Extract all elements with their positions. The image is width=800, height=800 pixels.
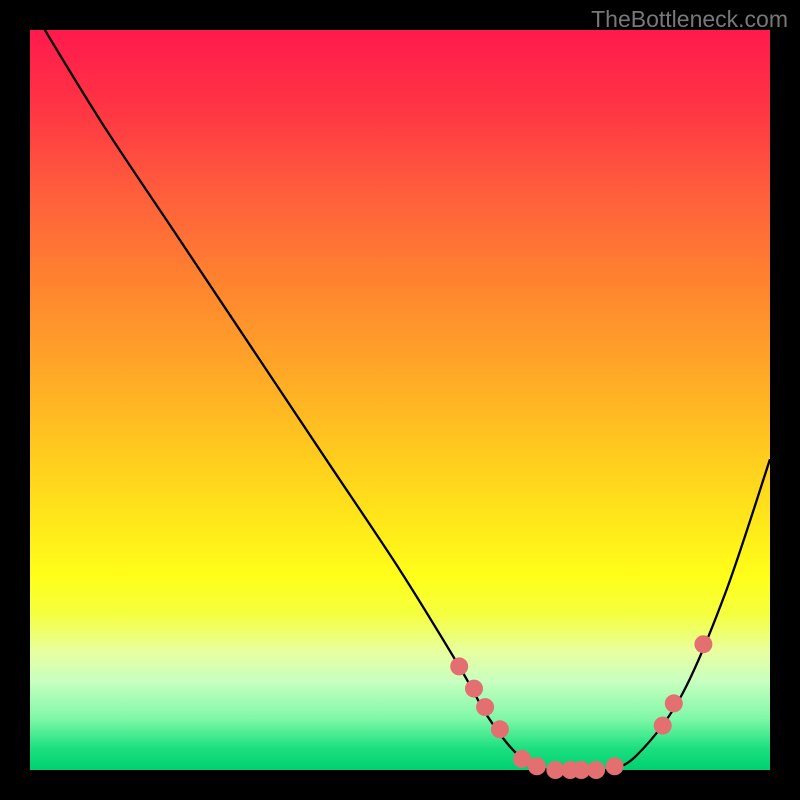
data-marker [476,698,494,716]
data-marker [606,757,624,775]
data-marker [587,761,605,779]
chart-svg [30,30,770,770]
data-marker [491,720,509,738]
data-marker [665,694,683,712]
data-marker [654,717,672,735]
plot-area [30,30,770,770]
chart-container: TheBottleneck.com [0,0,800,800]
data-marker [528,757,546,775]
curve-markers [450,635,712,779]
bottleneck-curve [45,30,770,771]
data-marker [450,657,468,675]
data-marker [465,680,483,698]
data-marker [694,635,712,653]
watermark-text: TheBottleneck.com [591,6,788,33]
